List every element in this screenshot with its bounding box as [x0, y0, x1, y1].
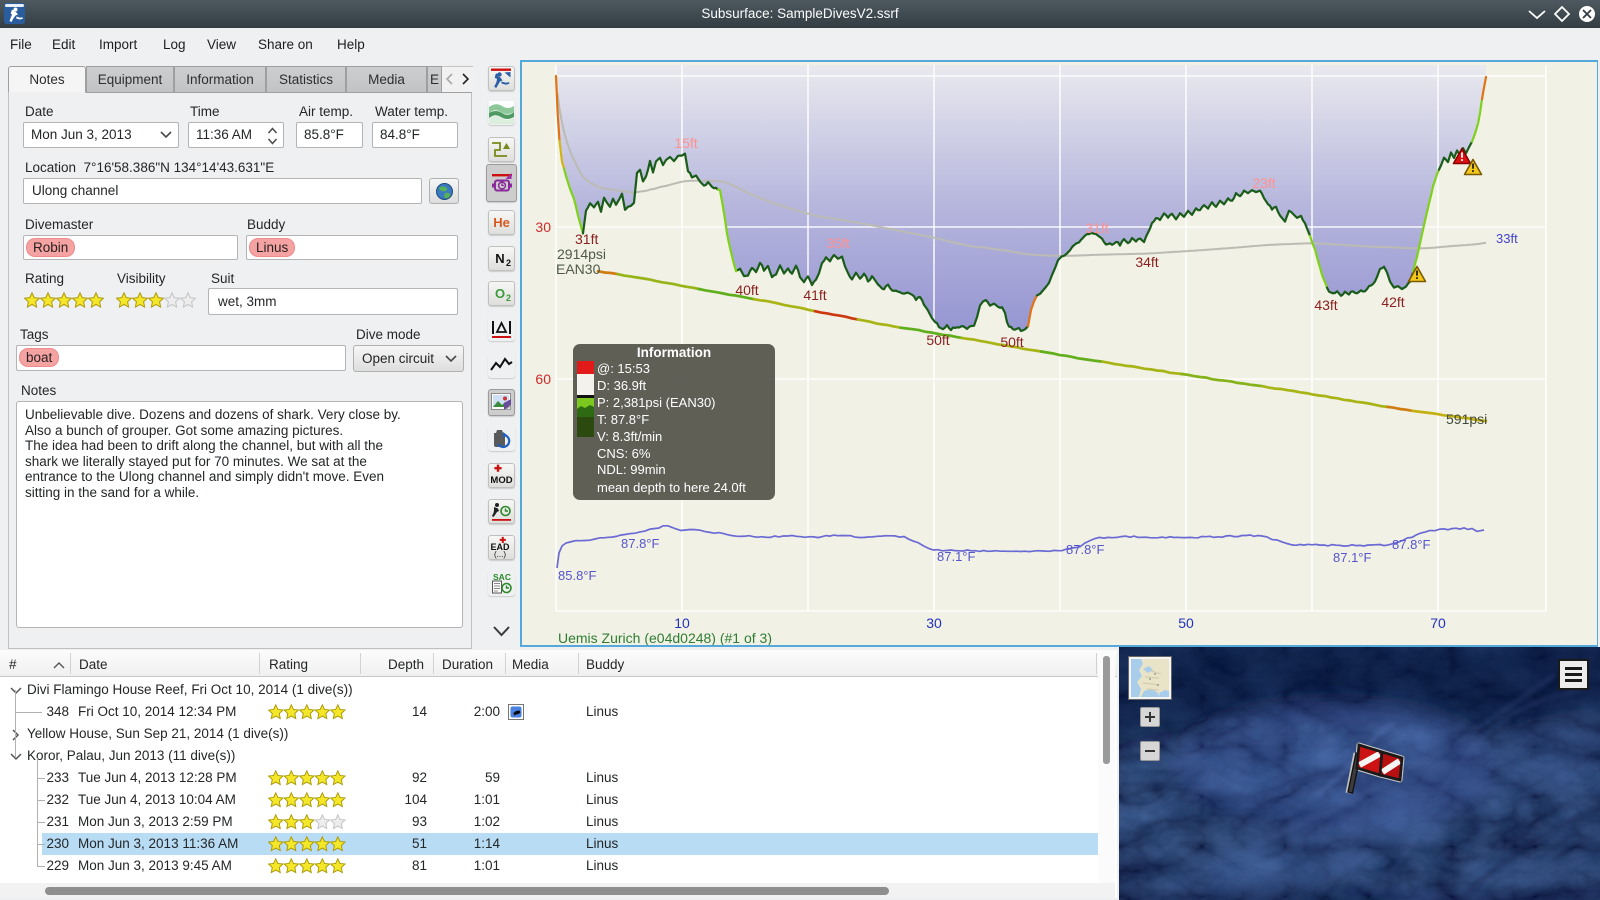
svg-text:Information: Information	[637, 345, 711, 360]
svg-text:31ft: 31ft	[575, 231, 598, 247]
svg-text:87.8°F: 87.8°F	[1392, 537, 1431, 552]
svg-text:31ft: 31ft	[1085, 220, 1108, 236]
svg-text:85.8°F: 85.8°F	[558, 568, 597, 583]
svg-text:50: 50	[1178, 615, 1194, 631]
svg-text:P: 2,381psi (EAN30): P: 2,381psi (EAN30)	[597, 395, 716, 410]
svg-text:23ft: 23ft	[1252, 175, 1275, 191]
svg-text:30: 30	[926, 615, 942, 631]
svg-text:N: N	[495, 251, 504, 266]
svg-text:(...): (...)	[494, 550, 506, 559]
svg-text:87.1°F: 87.1°F	[1333, 550, 1372, 565]
svg-text:41ft: 41ft	[803, 287, 826, 303]
svg-text:50ft: 50ft	[1000, 334, 1023, 350]
svg-text:50ft: 50ft	[926, 332, 949, 348]
svg-text:10: 10	[674, 615, 690, 631]
svg-text:mean depth to here 24.0ft: mean depth to here 24.0ft	[597, 480, 746, 495]
svg-text:MOD: MOD	[490, 475, 512, 486]
svg-text:591psi: 591psi	[1446, 411, 1487, 427]
svg-text:34ft: 34ft	[1135, 254, 1158, 270]
svg-text:V: 8.3ft/min: V: 8.3ft/min	[597, 429, 662, 444]
svg-text:60: 60	[535, 371, 551, 387]
svg-text:2: 2	[506, 258, 511, 268]
svg-text:42ft: 42ft	[1381, 294, 1404, 310]
svg-text:2914psi: 2914psi	[557, 246, 606, 262]
svg-text:D: 36.9ft: D: 36.9ft	[597, 378, 647, 393]
svg-text:33ft: 33ft	[1496, 231, 1518, 246]
svg-text:2: 2	[506, 293, 511, 303]
svg-text:He: He	[493, 215, 510, 230]
svg-text:87.8°F: 87.8°F	[1066, 542, 1105, 557]
svg-text:15ft: 15ft	[674, 135, 697, 151]
svg-text:87.8°F: 87.8°F	[621, 536, 660, 551]
svg-text:43ft: 43ft	[1314, 297, 1337, 313]
svg-text:70: 70	[1430, 615, 1446, 631]
svg-text:30: 30	[535, 219, 551, 235]
svg-text:O: O	[495, 286, 505, 301]
svg-text:87.1°F: 87.1°F	[937, 549, 976, 564]
svg-text:40ft: 40ft	[735, 282, 758, 298]
svg-text:NDL: 99min: NDL: 99min	[597, 462, 666, 477]
svg-text:@: 15:53: @: 15:53	[597, 361, 650, 376]
svg-text:T: 87.8°F: T: 87.8°F	[597, 412, 649, 427]
svg-text:EAN30: EAN30	[556, 261, 601, 277]
svg-text:Uemis Zurich (e04d0248) (#1 of: Uemis Zurich (e04d0248) (#1 of 3)	[558, 630, 772, 645]
svg-text:CNS: 6%: CNS: 6%	[597, 446, 651, 461]
svg-text:35ft: 35ft	[826, 235, 849, 251]
